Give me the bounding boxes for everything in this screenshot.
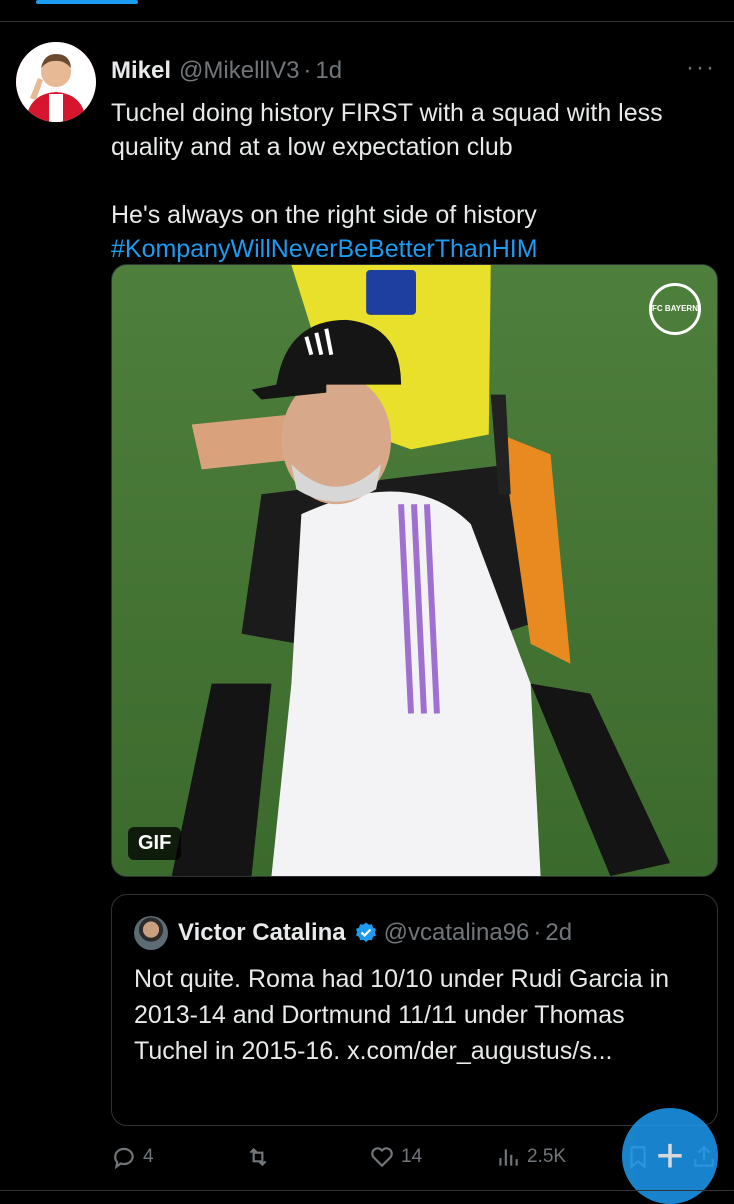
separator-dot: · <box>303 57 312 84</box>
reply-count: 4 <box>143 1146 154 1167</box>
quoted-tweet-text: Not quite. Roma had 10/10 under Rudi Gar… <box>134 965 670 1065</box>
like-button[interactable]: 14 <box>369 1144 422 1170</box>
tweet-timestamp[interactable]: 1d <box>315 57 342 85</box>
separator-dot: · <box>533 919 542 946</box>
views-count: 2.5K <box>527 1146 567 1167</box>
more-options-icon[interactable]: ··· <box>686 54 716 82</box>
tweet-text: Tuchel doing history FIRST with a squad … <box>111 96 721 266</box>
like-count: 14 <box>401 1146 423 1167</box>
tweet[interactable]: Mikel @MikelllV3 · 1d ··· Tuchel doing h… <box>0 22 734 1190</box>
hashtag-link[interactable]: #KompanyWillNeverBeBetterThanHIM <box>111 232 721 266</box>
author-name[interactable]: Mikel <box>111 57 171 85</box>
quoted-author-handle: @vcatalina96 <box>383 919 530 946</box>
reply-icon <box>114 1147 134 1170</box>
gif-frame-image <box>112 265 717 876</box>
quoted-author-avatar <box>134 916 168 950</box>
quoted-tweet-timestamp: 2d <box>545 919 573 946</box>
quoted-tweet-header: Victor Catalina @vcatalina96 · 2d <box>134 916 573 950</box>
active-tab-indicator <box>36 0 138 4</box>
author-handle[interactable]: @MikelllV3 <box>179 57 299 85</box>
verified-badge-icon <box>355 922 376 942</box>
bayern-watermark-logo: FC BAYERN <box>649 283 701 335</box>
author-avatar[interactable] <box>16 42 96 122</box>
quoted-author-name: Victor Catalina <box>178 919 346 946</box>
views-button[interactable]: 2.5K <box>495 1144 566 1170</box>
divider <box>0 1190 734 1191</box>
gif-badge: GIF <box>128 827 182 860</box>
tweet-media-gif[interactable]: FC BAYERN GIF <box>111 264 718 877</box>
top-tab-bar <box>0 0 734 22</box>
heart-icon <box>371 1147 393 1168</box>
quoted-tweet[interactable]: Victor Catalina @vcatalina96 · 2d Not qu… <box>111 894 718 1126</box>
retweet-button[interactable] <box>245 1144 277 1170</box>
tweet-text-line1: Tuchel doing history FIRST with a squad … <box>111 99 663 161</box>
analytics-icon <box>499 1149 518 1166</box>
retweet-icon <box>249 1147 267 1167</box>
reply-button[interactable]: 4 <box>111 1144 154 1170</box>
tweet-header: Mikel @MikelllV3 · 1d <box>111 54 342 88</box>
tweet-text-line2: He's always on the right side of history <box>111 201 537 229</box>
